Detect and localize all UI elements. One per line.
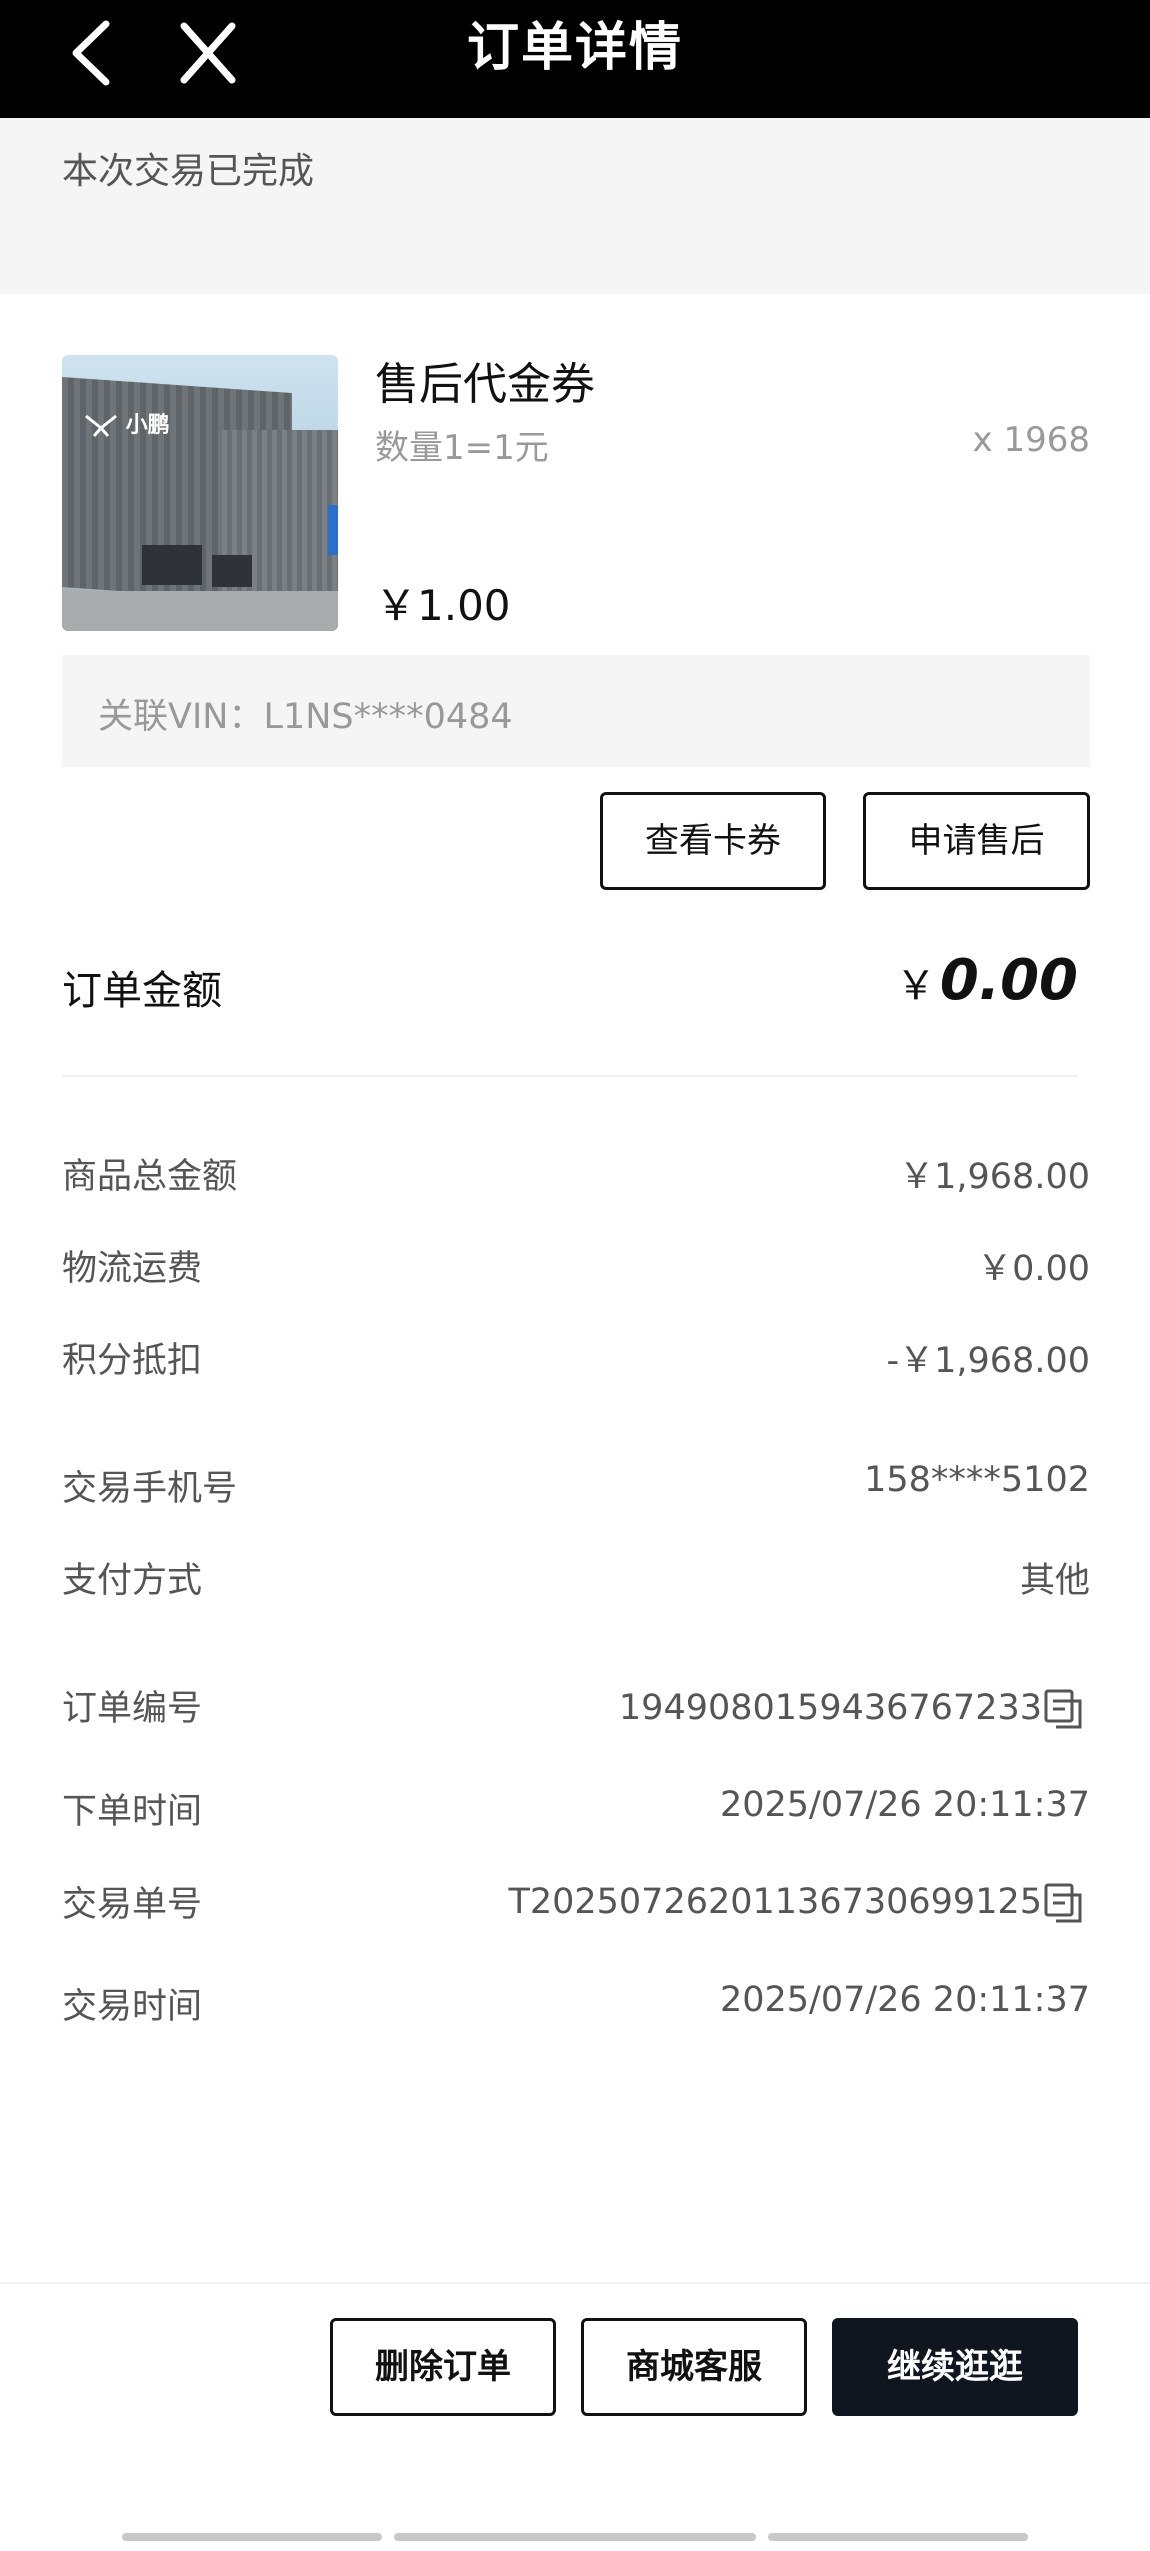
transaction-time-value: 2025/07/26 20:11:37 — [719, 1980, 1090, 2020]
apply-after-sales-button[interactable]: 申请售后 — [863, 792, 1090, 890]
divider — [62, 1075, 1078, 1077]
goods-total-label: 商品总金额 — [62, 1157, 238, 1197]
home-indicator-segment — [122, 2533, 382, 2541]
transaction-number-label: 交易单号 — [62, 1885, 203, 1925]
shipping-fee-value: ￥0.00 — [977, 1249, 1090, 1289]
order-number-label: 订单编号 — [62, 1689, 203, 1729]
linked-vin-box: 关联VIN：L1NS****0484 — [62, 655, 1090, 767]
product-price: ￥1.00 — [375, 581, 511, 630]
home-indicator-segment — [394, 2533, 756, 2541]
bottom-bar-divider — [0, 2282, 1150, 2284]
delete-order-button[interactable]: 删除订单 — [330, 2318, 556, 2416]
phone-value: 158****5102 — [864, 1460, 1090, 1500]
order-time-label: 下单时间 — [62, 1792, 203, 1832]
transaction-number-value: T20250726201136730699125 — [508, 1882, 1042, 1922]
order-number-value: 1949080159436767233 — [618, 1688, 1042, 1728]
order-amount-number: 0.00 — [939, 948, 1078, 1013]
product-spec: 数量1=1元 — [375, 428, 549, 468]
currency-symbol: ￥ — [895, 963, 936, 1009]
order-status-text: 本次交易已完成 — [62, 151, 315, 192]
copy-icon[interactable] — [1043, 1688, 1085, 1730]
order-amount-label: 订单金额 — [62, 968, 222, 1014]
shipping-fee-label: 物流运费 — [62, 1249, 203, 1289]
order-time-value: 2025/07/26 20:11:37 — [719, 1785, 1090, 1825]
product-quantity: x 1968 — [972, 420, 1090, 460]
copy-icon[interactable] — [1043, 1882, 1085, 1924]
points-deduction-label: 积分抵扣 — [62, 1341, 203, 1381]
home-indicator-segment — [768, 2533, 1028, 2541]
page-title: 订单详情 — [466, 18, 683, 78]
view-coupon-button[interactable]: 查看卡券 — [600, 792, 826, 890]
points-deduction-value: -￥1,968.00 — [886, 1341, 1091, 1381]
phone-label: 交易手机号 — [62, 1469, 238, 1509]
transaction-time-label: 交易时间 — [62, 1987, 203, 2027]
top-nav-bar: 订单详情 — [0, 0, 1150, 118]
order-status-banner: 本次交易已完成 — [0, 118, 1150, 294]
payment-method-label: 支付方式 — [62, 1561, 203, 1601]
goods-total-value: ￥1,968.00 — [899, 1157, 1090, 1197]
order-amount-value: ￥0.00 — [896, 948, 1078, 1013]
product-image[interactable]: 小鹏 — [62, 355, 338, 631]
linked-vin-text: 关联VIN：L1NS****0484 — [98, 697, 513, 737]
payment-method-value: 其他 — [1019, 1561, 1090, 1601]
product-name[interactable]: 售后代金券 — [375, 348, 595, 412]
brand-logo: 小鹏 — [84, 407, 170, 439]
mall-service-button[interactable]: 商城客服 — [581, 2318, 807, 2416]
continue-shopping-button[interactable]: 继续逛逛 — [832, 2318, 1078, 2416]
